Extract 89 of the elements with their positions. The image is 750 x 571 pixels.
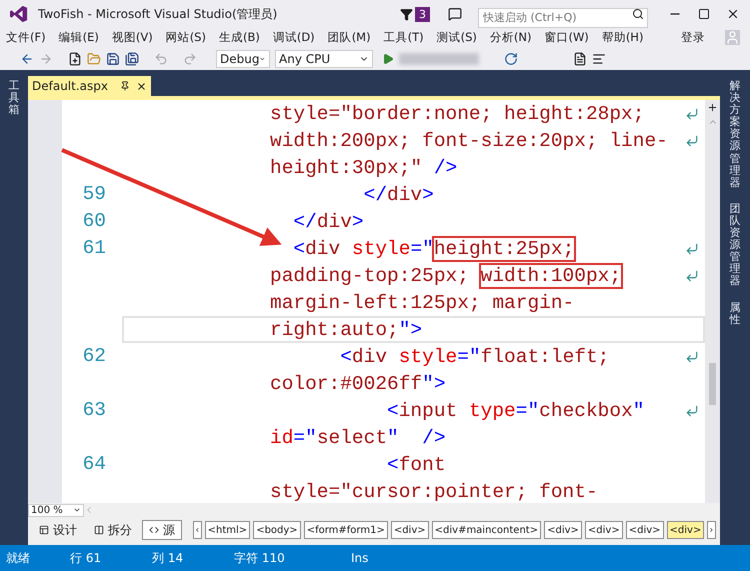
menu-item[interactable]: 分析(N) <box>490 28 532 46</box>
line-number: 63 <box>82 398 107 423</box>
breadcrumb-left-icon[interactable] <box>193 521 202 539</box>
pin-icon[interactable] <box>120 81 130 91</box>
breadcrumb-item[interactable]: <div> <box>544 521 582 539</box>
line-number: 61 <box>82 236 107 261</box>
save-icon[interactable] <box>106 52 120 66</box>
document-icon[interactable] <box>573 52 587 66</box>
menu-item[interactable]: 网站(S) <box>166 28 206 46</box>
document-tab[interactable]: Default.aspx <box>28 76 151 96</box>
menu-item[interactable]: 团队(M) <box>328 28 371 46</box>
breadcrumb-item[interactable]: <body> <box>253 521 301 539</box>
menu-item[interactable]: 窗口(W) <box>544 28 589 46</box>
line-number: 60 <box>82 208 107 234</box>
split-icon[interactable] <box>707 102 718 113</box>
scrollbar-thumb[interactable] <box>709 363 716 405</box>
code-line: margin-left:125px; margin- <box>270 290 574 314</box>
caret-icon <box>73 506 81 514</box>
save-all-icon[interactable] <box>125 52 139 66</box>
new-file-icon[interactable] <box>68 52 82 66</box>
code-line: </div> <box>362 182 434 206</box>
feedback-icon[interactable] <box>448 7 462 21</box>
tab-close-icon[interactable] <box>136 80 147 92</box>
breadcrumb-item[interactable]: <div> <box>626 521 664 539</box>
configuration-dropdown[interactable]: Debug <box>216 50 270 68</box>
code-line: color:#0026ff"> <box>270 372 446 396</box>
code-line: width:200px; font-size:20px; line- <box>270 128 668 152</box>
search-icon <box>632 8 644 20</box>
code-line: <div style="height:25px; <box>292 236 574 260</box>
code-line: <font <box>386 452 446 476</box>
line-indicator: 行 61 <box>70 550 102 567</box>
refresh-icon[interactable] <box>504 52 518 66</box>
menu-item[interactable]: 生成(B) <box>218 28 260 46</box>
columns-icon <box>94 525 104 535</box>
platform-dropdown[interactable]: Any CPU <box>275 50 373 68</box>
view-tab[interactable]: 设计 <box>32 520 84 540</box>
char-indicator: 字符 110 <box>234 550 286 567</box>
menu-item[interactable]: 文件(F) <box>6 28 46 46</box>
filter-icon[interactable] <box>400 8 413 20</box>
code-line: <div style="float:left; <box>339 344 610 368</box>
side-panel-tab[interactable]: 属性 <box>730 298 740 330</box>
menu-item[interactable]: 视图(V) <box>112 28 153 46</box>
breadcrumb-item[interactable]: <html> <box>204 521 250 539</box>
vertical-scrollbar[interactable] <box>705 100 720 503</box>
menu-item[interactable]: 帮助(H) <box>602 28 644 46</box>
line-number: 64 <box>82 452 107 477</box>
side-panel-tab[interactable]: 团队资源管理器 <box>730 198 740 292</box>
play-icon[interactable] <box>382 52 394 64</box>
code-line: </div> <box>292 210 364 234</box>
breadcrumb-item[interactable]: <div#maincontent> <box>432 521 542 539</box>
open-folder-icon[interactable] <box>87 52 101 66</box>
line-number: 62 <box>82 344 107 369</box>
column-indicator: 列 14 <box>152 550 184 567</box>
zoom-dropdown[interactable]: 100 % <box>28 504 84 516</box>
toolbox-tab[interactable]: 工具箱 <box>8 76 20 120</box>
breadcrumb-item[interactable]: <div> <box>666 521 704 539</box>
breadcrumb-item[interactable]: <form#form1> <box>304 521 388 539</box>
view-tab[interactable]: 拆分 <box>87 520 139 540</box>
close-icon[interactable] <box>726 7 740 21</box>
sign-in-link[interactable]: 登录 <box>681 28 705 46</box>
menu-item[interactable]: 工具(T) <box>384 28 424 46</box>
breadcrumb-right-icon[interactable] <box>707 521 716 539</box>
code-icon <box>149 525 159 535</box>
layout-icon <box>39 525 49 535</box>
notification-badge[interactable]: 3 <box>415 6 430 22</box>
window-title: TwoFish - Microsoft Visual Studio(管理员) <box>38 6 278 23</box>
breadcrumb-item[interactable]: <div> <box>584 521 623 539</box>
logo-icon <box>10 5 28 23</box>
breadcrumb-item[interactable]: <div> <box>390 521 429 539</box>
code-line: padding-top:25px; width:100px; <box>270 264 622 288</box>
menu-item[interactable]: 测试(S) <box>436 28 477 46</box>
code-line: right:auto;"> <box>270 318 422 342</box>
code-line: height:30px;" /> <box>270 156 458 180</box>
back-icon[interactable] <box>20 52 34 66</box>
menu-item[interactable]: 调试(D) <box>272 28 315 46</box>
line-number: 59 <box>82 182 107 207</box>
status-text: 就绪 <box>6 550 31 567</box>
blurred-field[interactable] <box>399 52 479 64</box>
code-line: style="cursor:pointer; font- <box>270 480 598 503</box>
maximize-icon[interactable] <box>698 8 710 20</box>
quick-launch-field[interactable]: 快速启动 (Ctrl+Q) <box>478 8 648 28</box>
side-panel-tab[interactable]: 解决方案资源管理器 <box>730 76 740 193</box>
code-line: style="border:none; height:28px; <box>270 102 644 126</box>
menu-item[interactable]: 编辑(E) <box>58 28 99 46</box>
code-line: <input type="checkbox" <box>386 398 644 422</box>
insert-mode: Ins <box>351 550 368 567</box>
code-line: id="select" /> <box>270 426 446 450</box>
view-tab[interactable]: 源 <box>142 520 182 540</box>
align-icon[interactable] <box>592 52 606 66</box>
